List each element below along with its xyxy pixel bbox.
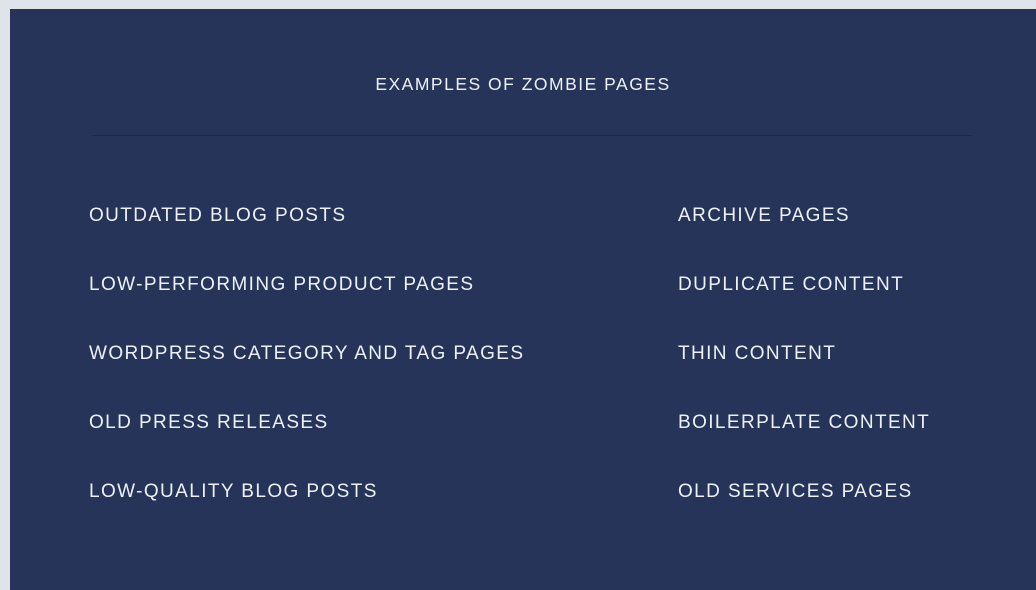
list-item: LOW-PERFORMING PRODUCT PAGES — [89, 274, 475, 295]
list-item: LOW-QUALITY BLOG POSTS — [89, 481, 378, 502]
list-item: OUTDATED BLOG POSTS — [89, 205, 347, 226]
list-item: BOILERPLATE CONTENT — [678, 412, 931, 433]
right-column-list: ARCHIVE PAGES DUPLICATE CONTENT THIN CON… — [678, 203, 930, 548]
list-item: DUPLICATE CONTENT — [678, 274, 905, 295]
list-item: THIN CONTENT — [678, 343, 837, 364]
list-item: WORDPRESS CATEGORY AND TAG PAGES — [89, 343, 525, 364]
left-column-list: OUTDATED BLOG POSTS LOW-PERFORMING PRODU… — [89, 203, 524, 548]
title-divider — [92, 135, 972, 136]
list-item: ARCHIVE PAGES — [678, 205, 850, 226]
list-item: OLD PRESS RELEASES — [89, 412, 329, 433]
panel-title: EXAMPLES OF ZOMBIE PAGES — [375, 74, 671, 94]
list-item: OLD SERVICES PAGES — [678, 481, 913, 502]
zombie-pages-panel: EXAMPLES OF ZOMBIE PAGES OUTDATED BLOG P… — [10, 9, 1036, 590]
